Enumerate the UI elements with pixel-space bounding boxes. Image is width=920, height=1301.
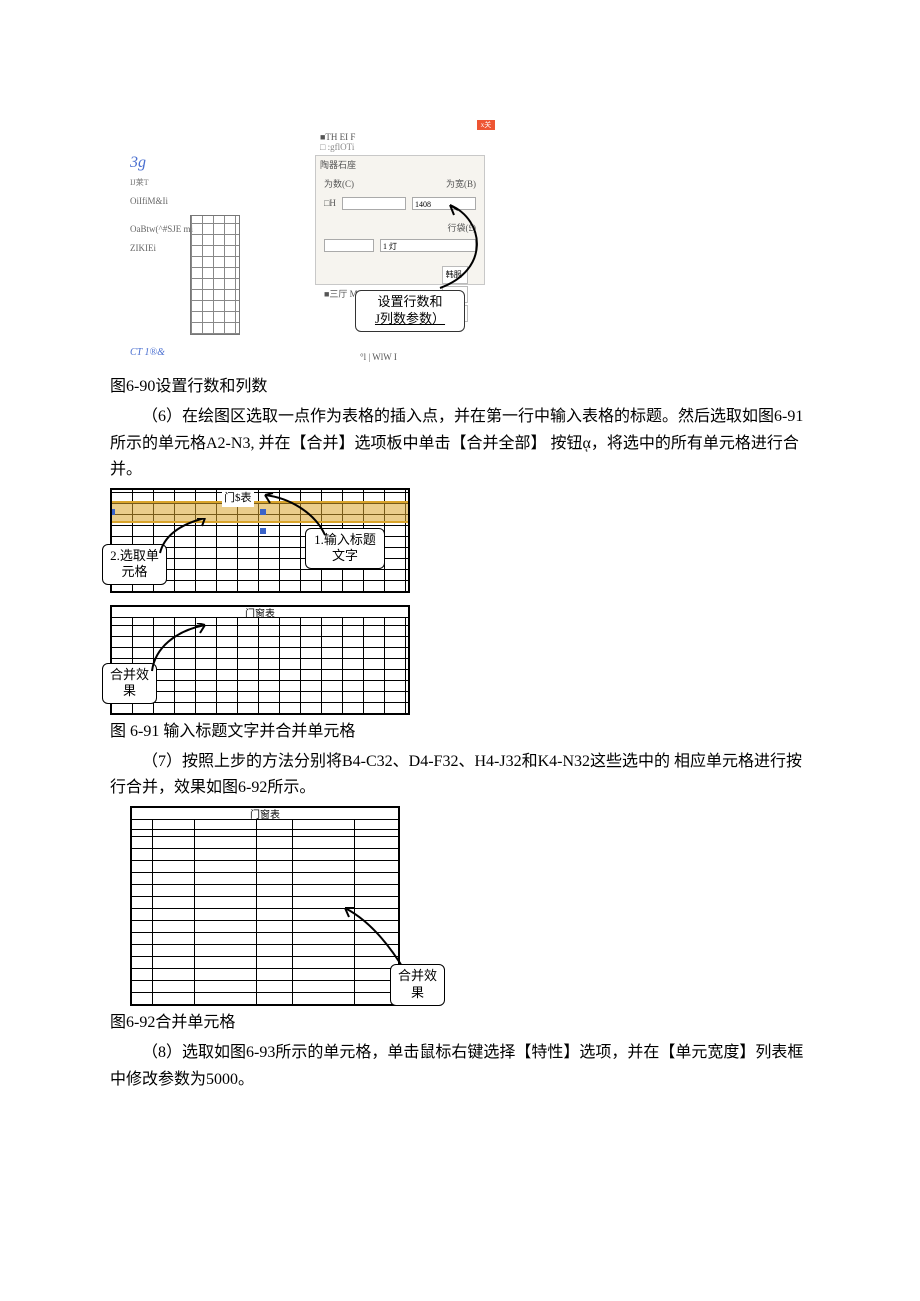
caption-6-90: 图6-90设置行数和列数 xyxy=(110,374,810,400)
label-columns: 为数(C) xyxy=(324,177,354,192)
fig692-table: 门窗表 xyxy=(130,806,400,1006)
merged-title-cell: 门窗表 xyxy=(112,607,408,618)
figure-6-91: 门$表 2.选取单元格 1.输入标题文字 门窗表 合并效果 xyxy=(110,488,410,715)
grip-mid2 xyxy=(260,528,266,534)
grip-left xyxy=(110,509,115,515)
figure-6-90: x关 3g IJ莱T OiIfiM&Ii OaBtw(^#SJE mi ZIKI… xyxy=(130,120,490,370)
caption-6-91: 图 6-91 输入标题文字并合并单元格 xyxy=(110,719,810,745)
ct-label: CT 1®& xyxy=(130,345,165,362)
label-3g: 3g xyxy=(130,150,290,176)
fig692-title-cell: 门窗表 xyxy=(132,808,398,820)
input-columns xyxy=(342,197,406,210)
label-3g-sub: IJ莱T xyxy=(130,176,290,189)
title-cell-text: 门$表 xyxy=(222,489,254,507)
checkbox-h: □H xyxy=(324,196,336,211)
callout-line1: 设置行数和 xyxy=(377,294,442,309)
below-link-text: °l | WlW I xyxy=(360,350,397,365)
paragraph-step-6: （6）在绘图区选取一点作为表格的插入点，并在第一行中输入表格的标题。然后选取如图… xyxy=(110,404,810,483)
label-width: 为宽(B) xyxy=(446,177,476,192)
grip-mid xyxy=(260,509,266,515)
caption-6-92: 图6-92合并单元格 xyxy=(110,1010,810,1036)
hdr-right: □ :gflOTi xyxy=(320,140,354,155)
fig692-header-row xyxy=(132,820,398,830)
panel-title: 陶器石座 xyxy=(316,156,484,175)
paragraph-step-7: （7）按照上步的方法分别将B4-C32、D4-F32、H4-J32和K4-N32… xyxy=(110,749,810,802)
garbled-line-1: OiIfiM&Ii xyxy=(130,194,290,209)
callout-line2: J列数参数） xyxy=(375,311,445,326)
callout-merge-result-2: 合并效果 xyxy=(390,964,445,1006)
callout-row-col-params: 设置行数和 J列数参数） xyxy=(355,290,465,332)
input-blank xyxy=(324,239,374,252)
arrow-swoosh xyxy=(430,200,500,290)
callout-merge-result: 合并效果 xyxy=(102,663,157,705)
callout-select-cells: 2.选取单元格 xyxy=(102,544,167,586)
close-badge: x关 xyxy=(477,120,495,130)
paragraph-step-8: （8）选取如图6-93所示的单元格，单击鼠标右键选择【特性】选项，并在【单元宽度… xyxy=(110,1040,810,1093)
fig692-body-rows xyxy=(132,830,398,1004)
figure-6-92: 门窗表 合并效果 xyxy=(130,806,420,1006)
preview-grid xyxy=(190,215,240,335)
callout-enter-title: 1.输入标题文字 xyxy=(305,528,385,570)
